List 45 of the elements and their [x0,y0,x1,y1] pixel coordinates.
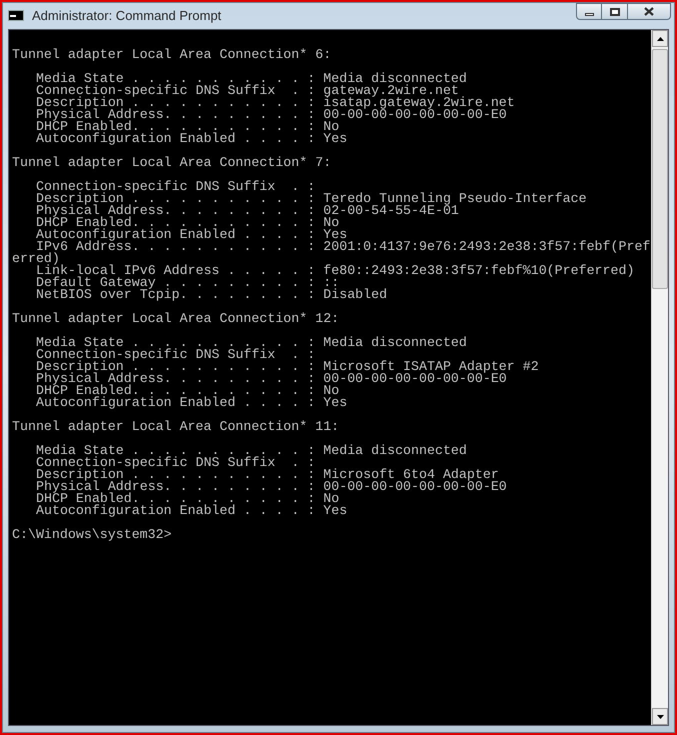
console-line: Autoconfiguration Enabled . . . . : Yes [35,133,348,145]
close-button[interactable] [628,3,671,20]
console-line: Autoconfiguration Enabled . . . . : Yes [35,505,348,517]
down-arrow-icon [656,714,664,718]
scroll-down-button[interactable] [652,708,668,725]
adapter-heading: Tunnel adapter Local Area Connection* 7: [12,157,332,169]
console-line: Connection-specific DNS Suffix . : gateway.2wire.net [35,85,459,97]
console-line: Link-local IPv6 Address . . . . . : fe80::2493:2e38:3f57:febf%10(Preferred) [36,265,634,277]
console-line: Description . . . . . . . . . . . : Microsoft 6to4 Adapter [35,469,499,481]
maximize-button[interactable] [602,3,628,20]
console-line: Description . . . . . . . . . . . : Microsoft ISATAP Adapter #2 [35,361,539,373]
scroll-thumb[interactable] [652,49,668,289]
console-line: Default Gateway . . . . . . . . . : :: [35,277,340,289]
console-line: erred) [12,253,60,265]
console-line: Description . . . . . . . . . . . : isatap.gateway.2wire.net [35,97,515,109]
adapter-heading: Tunnel adapter Local Area Connection* 11: [12,421,340,433]
console-line: Media State . . . . . . . . . . . : Media disconnected [35,445,467,457]
console-line: Autoconfiguration Enabled . . . . : Yes [35,397,348,409]
console-line: Autoconfiguration Enabled . . . . : Yes [35,229,348,241]
window-title: Administrator: Command Prompt [32,7,222,25]
console-line: Physical Address. . . . . . . . . : 00-00-00-00-00-00-00-E0 [35,481,507,493]
scroll-up-button[interactable] [652,30,668,47]
console-line: Physical Address. . . . . . . . . : 00-00-00-00-00-00-00-E0 [35,109,507,121]
console-line: Description . . . . . . . . . . . : Teredo Tunneling Pseudo-Interface [35,193,587,205]
console-line: DHCP Enabled. . . . . . . . . . . : No [35,121,340,133]
console-line: IPv6 Address. . . . . . . . . . . : 2001:0:4137:9e76:2493:2e38:3f57:febf(Pref [36,241,650,253]
console-line: DHCP Enabled. . . . . . . . . . . : No [35,217,340,229]
close-icon [644,7,654,16]
up-arrow-icon [656,36,664,40]
console-line: Physical Address. . . . . . . . . : 02-00-54-55-4E-01 [35,205,459,217]
minimize-button[interactable] [576,3,602,20]
console-line: Connection-specific DNS Suffix . : [35,181,316,193]
console-line: Media State . . . . . . . . . . . : Media disconnected [35,73,467,85]
console-line: Connection-specific DNS Suffix . : [35,349,316,361]
adapter-heading: Tunnel adapter Local Area Connection* 6: [12,49,332,61]
console-line: DHCP Enabled. . . . . . . . . . . : No [35,385,340,397]
command-prompt: C:\Windows\system32> [12,529,172,541]
console-line: NetBIOS over Tcpip. . . . . . . . : Disabled [35,289,388,301]
adapter-heading: Tunnel adapter Local Area Connection* 12: [12,313,340,325]
console-icon [8,10,24,21]
scrollbar[interactable] [651,30,668,725]
console-line: Media State . . . . . . . . . . . : Media disconnected [35,337,467,349]
console-line: Connection-specific DNS Suffix . : [35,457,316,469]
console-line: Physical Address. . . . . . . . . : 00-00-00-00-00-00-00-E0 [35,373,507,385]
console-line: DHCP Enabled. . . . . . . . . . . : No [35,493,340,505]
